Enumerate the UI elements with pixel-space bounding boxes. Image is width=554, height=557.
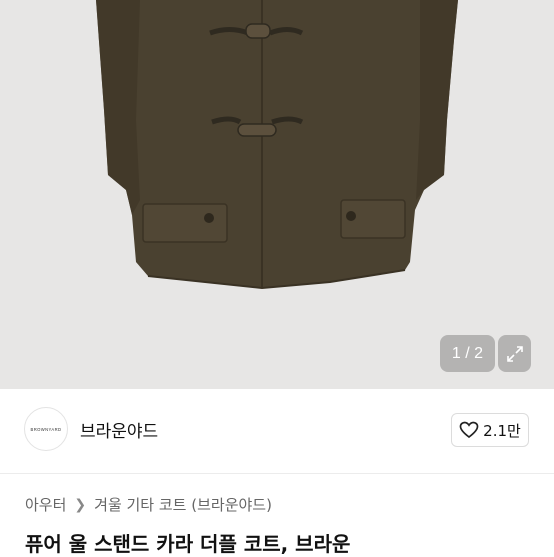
breadcrumb: 아우터 ❯ 겨울 기타 코트 (브라운야드)	[25, 494, 272, 515]
fullscreen-button[interactable]	[498, 335, 531, 372]
product-image-gallery[interactable]: 1 / 2	[0, 0, 554, 389]
seller-name[interactable]: 브라운야드	[80, 417, 158, 442]
image-counter: 1 / 2	[440, 335, 495, 372]
breadcrumb-item-subcategory[interactable]: 겨울 기타 코트 (브라운야드)	[94, 494, 272, 515]
like-count: 2.1만	[483, 421, 521, 440]
seller-avatar[interactable]: BROWNYARD	[24, 407, 68, 451]
avatar-logo-text: BROWNYARD	[30, 426, 62, 432]
product-photo-coat	[96, 0, 458, 290]
chevron-right-icon: ❯	[74, 496, 87, 513]
seller-row[interactable]: BROWNYARD 브라운야드 2.1만	[0, 389, 554, 474]
expand-icon	[506, 345, 523, 362]
product-title: 퓨어 울 스탠드 카라 더플 코트, 브라운	[25, 532, 351, 556]
like-button[interactable]: 2.1만	[451, 413, 529, 447]
breadcrumb-item-category[interactable]: 아우터	[25, 494, 66, 515]
heart-icon	[459, 421, 479, 439]
